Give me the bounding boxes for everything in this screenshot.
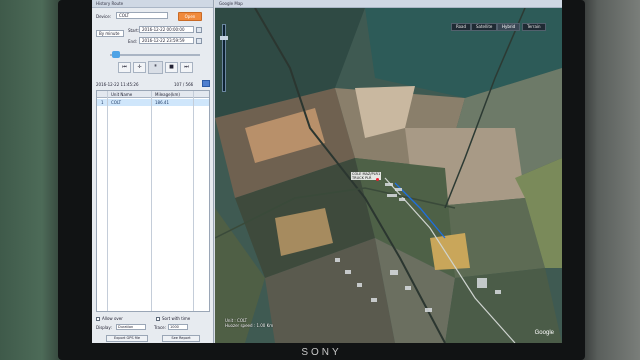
checkbox-icon[interactable] bbox=[156, 317, 160, 321]
map-type-road[interactable]: Road bbox=[451, 23, 472, 31]
sort-time-label: Sort with time bbox=[162, 316, 191, 321]
monitor-brand-logo: SONY bbox=[301, 347, 342, 358]
overlay-speed: Huozer speed : 1.00 Km bbox=[225, 323, 274, 328]
start-time-field[interactable]: 2016-12-22 00:00:00 bbox=[139, 26, 194, 33]
satellite-map[interactable] bbox=[215, 8, 562, 343]
map-type-hybrid[interactable]: Hybrid bbox=[497, 23, 521, 31]
column-divider bbox=[193, 91, 194, 311]
device-field[interactable]: COLT bbox=[116, 12, 168, 19]
open-button[interactable]: Open bbox=[178, 12, 202, 21]
zoom-knob[interactable] bbox=[220, 36, 228, 40]
history-route-panel: History Route Device: COLT Open By minut… bbox=[92, 0, 214, 343]
calendar-icon[interactable] bbox=[196, 38, 202, 44]
mileage-grid: Unit Name Mileage(km) 1 COLT 186.41 bbox=[96, 90, 210, 312]
trace-select[interactable]: 1000 bbox=[168, 324, 188, 330]
row-no: 1 bbox=[101, 100, 104, 105]
rewind-button[interactable]: ⏮ bbox=[118, 62, 131, 73]
trace-label: Trace: bbox=[154, 325, 166, 330]
grid-header-unit: Unit Name bbox=[111, 92, 133, 97]
column-divider bbox=[107, 91, 108, 311]
display-select[interactable]: Duration bbox=[116, 324, 146, 330]
pause-button[interactable]: ⏸ bbox=[148, 61, 163, 74]
start-label: Start: bbox=[128, 28, 140, 33]
device-label: Device: bbox=[96, 14, 112, 19]
display-label: Display: bbox=[96, 325, 112, 330]
range-mode-select[interactable]: By minute bbox=[96, 30, 124, 37]
current-time: 2016-12-22 11:45:26 bbox=[96, 82, 139, 87]
map-info-overlay: Unit : COLT Huozer speed : 1.00 Km bbox=[225, 318, 273, 328]
allow-over-option[interactable]: Allow over bbox=[96, 316, 123, 321]
go-button[interactable] bbox=[202, 80, 210, 87]
forward-button[interactable]: ⏭ bbox=[180, 62, 193, 73]
end-label: End: bbox=[128, 39, 137, 44]
see-report-button[interactable]: See Report bbox=[162, 335, 200, 342]
vehicle-marker-icon[interactable] bbox=[376, 178, 379, 181]
sort-time-option[interactable]: Sort with time bbox=[156, 316, 190, 321]
google-logo: Google bbox=[534, 330, 554, 336]
calendar-icon[interactable] bbox=[196, 27, 202, 33]
map-area[interactable]: Google Map Road Satellite Hybrid Terrain… bbox=[215, 0, 562, 343]
zoom-slider[interactable] bbox=[222, 24, 226, 92]
checkbox-icon[interactable] bbox=[96, 317, 100, 321]
row-unit: COLT bbox=[111, 100, 122, 105]
row-mileage: 186.41 bbox=[155, 100, 169, 105]
grid-header-mileage: Mileage(km) bbox=[155, 92, 180, 97]
export-gps-button[interactable]: Export GPS file bbox=[106, 335, 148, 342]
speed-slider-track[interactable] bbox=[110, 54, 200, 56]
panel-title: History Route bbox=[92, 0, 213, 8]
screen: History Route Device: COLT Open By minut… bbox=[92, 0, 562, 343]
map-type-satellite[interactable]: Satellite bbox=[471, 23, 498, 31]
position-counter: 107 / 566 bbox=[174, 82, 194, 87]
end-time-field[interactable]: 2016-12-22 23:59:59 bbox=[139, 37, 194, 44]
step-button[interactable]: ✛ bbox=[133, 62, 146, 73]
column-divider bbox=[151, 91, 152, 311]
stop-button[interactable]: ■ bbox=[165, 62, 178, 73]
allow-over-label: Allow over bbox=[102, 316, 123, 321]
map-title: Google Map bbox=[215, 0, 562, 8]
speed-slider-thumb[interactable] bbox=[112, 51, 120, 58]
map-type-terrain[interactable]: Terrain bbox=[522, 23, 546, 31]
